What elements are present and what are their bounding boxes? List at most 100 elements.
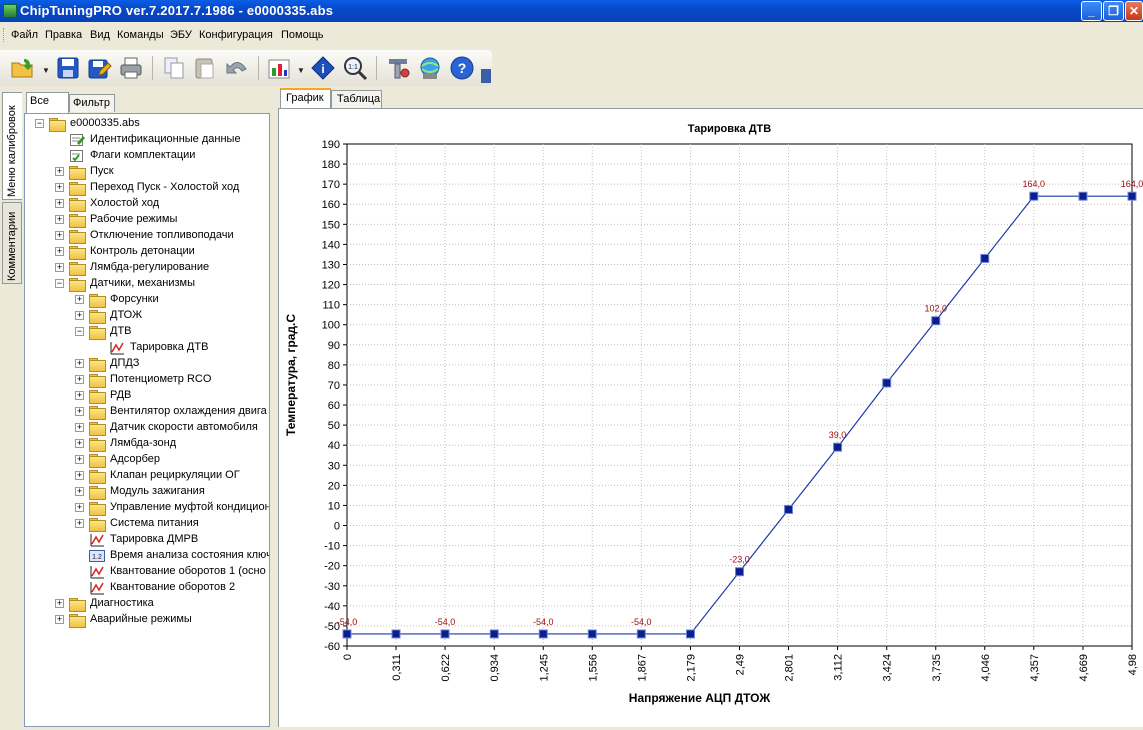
- data-point[interactable]: [980, 253, 990, 263]
- calibration-tree[interactable]: − e0000335.abs Идентификационные данные Фла…: [24, 113, 270, 727]
- open-dropdown-icon[interactable]: ▼: [42, 66, 50, 75]
- save-icon[interactable]: [55, 55, 81, 81]
- settings-icon[interactable]: [385, 55, 411, 81]
- data-point[interactable]: [538, 629, 548, 639]
- expand-icon[interactable]: +: [75, 407, 84, 416]
- tab-graph[interactable]: График: [280, 88, 331, 109]
- tree-item[interactable]: + Управление муфтой кондицион: [25, 500, 269, 516]
- data-point[interactable]: [342, 629, 352, 639]
- zoom-icon[interactable]: 1:1: [342, 55, 368, 81]
- undo-icon[interactable]: [224, 55, 250, 81]
- expand-icon[interactable]: +: [55, 199, 64, 208]
- tree-item[interactable]: + Датчик скорости автомобиля: [25, 420, 269, 436]
- expand-icon[interactable]: +: [55, 247, 64, 256]
- tree-item[interactable]: + Контроль детонации: [25, 244, 269, 260]
- collapse-icon[interactable]: −: [75, 327, 84, 336]
- tree-item[interactable]: + ДТОЖ: [25, 308, 269, 324]
- expand-icon[interactable]: +: [55, 215, 64, 224]
- tab-table[interactable]: Таблица: [331, 90, 382, 108]
- menu-edit[interactable]: Правка: [45, 29, 82, 41]
- data-point[interactable]: [636, 629, 646, 639]
- expand-icon[interactable]: +: [75, 391, 84, 400]
- paste-icon[interactable]: [192, 55, 218, 81]
- expand-icon[interactable]: +: [55, 263, 64, 272]
- tree-item[interactable]: + РДВ: [25, 388, 269, 404]
- tree-item[interactable]: Идентификационные данные: [25, 132, 269, 148]
- help-icon[interactable]: ?: [449, 55, 475, 81]
- data-point[interactable]: [931, 316, 941, 326]
- data-point[interactable]: [1078, 191, 1088, 201]
- tab-all[interactable]: Все: [26, 92, 69, 113]
- data-point[interactable]: [882, 378, 892, 388]
- data-point[interactable]: [440, 629, 450, 639]
- expand-icon[interactable]: +: [75, 423, 84, 432]
- tab-calibration-menu[interactable]: Меню калибровок: [2, 92, 22, 200]
- tree-item[interactable]: Тарировка ДТВ: [25, 340, 269, 356]
- expand-icon[interactable]: +: [55, 183, 64, 192]
- print-icon[interactable]: [118, 55, 144, 81]
- expand-icon[interactable]: +: [75, 311, 84, 320]
- expand-icon[interactable]: +: [75, 471, 84, 480]
- tree-item[interactable]: − ДТВ: [25, 324, 269, 340]
- tree-item[interactable]: + Рабочие режимы: [25, 212, 269, 228]
- expand-icon[interactable]: +: [75, 503, 84, 512]
- data-point[interactable]: [489, 629, 499, 639]
- network-icon[interactable]: [417, 55, 443, 81]
- data-point[interactable]: [735, 567, 744, 577]
- data-point[interactable]: [685, 629, 695, 639]
- copy-icon[interactable]: [161, 55, 187, 81]
- tree-item[interactable]: + Аварийные режимы: [25, 612, 269, 628]
- menu-help[interactable]: Помощь: [281, 29, 324, 41]
- save-as-icon[interactable]: [86, 55, 112, 81]
- chart-tool-icon[interactable]: [266, 55, 292, 81]
- tree-item[interactable]: + Холостой ход: [25, 196, 269, 212]
- expand-icon[interactable]: +: [75, 375, 84, 384]
- tree-item[interactable]: − e0000335.abs: [25, 116, 269, 132]
- expand-icon[interactable]: +: [55, 231, 64, 240]
- expand-icon[interactable]: +: [55, 599, 64, 608]
- tab-filter[interactable]: Фильтр: [69, 94, 115, 112]
- expand-icon[interactable]: +: [75, 359, 84, 368]
- tree-item[interactable]: + Лямбда-регулирование: [25, 260, 269, 276]
- chart-dropdown-icon[interactable]: ▼: [297, 66, 305, 75]
- tree-item[interactable]: Флаги комплектации: [25, 148, 269, 164]
- tree-item[interactable]: Тарировка ДМРВ: [25, 532, 269, 548]
- menu-file[interactable]: Файл: [11, 29, 38, 41]
- info-icon[interactable]: i: [310, 55, 336, 81]
- expand-icon[interactable]: +: [55, 615, 64, 624]
- menu-configuration[interactable]: Конфигурация: [199, 29, 273, 41]
- expand-icon[interactable]: +: [75, 455, 84, 464]
- tree-item[interactable]: Квантование оборотов 2: [25, 580, 269, 596]
- tree-item[interactable]: + Диагностика: [25, 596, 269, 612]
- tree-item[interactable]: + Клапан рециркуляции ОГ: [25, 468, 269, 484]
- tree-item[interactable]: + Пуск: [25, 164, 269, 180]
- tree-item[interactable]: + Лямбда-зонд: [25, 436, 269, 452]
- open-icon[interactable]: [10, 55, 36, 81]
- maximize-button[interactable]: ❐: [1103, 1, 1124, 21]
- expand-icon[interactable]: +: [55, 167, 64, 176]
- tree-item[interactable]: + Вентилятор охлаждения двига: [25, 404, 269, 420]
- tree-item[interactable]: + Модуль зажигания: [25, 484, 269, 500]
- collapse-icon[interactable]: −: [35, 119, 44, 128]
- data-point[interactable]: [1029, 191, 1039, 201]
- close-button[interactable]: ✕: [1125, 1, 1143, 21]
- data-point[interactable]: [587, 629, 597, 639]
- tree-item[interactable]: + Система питания: [25, 516, 269, 532]
- data-point[interactable]: [391, 629, 401, 639]
- tree-item[interactable]: + ДПДЗ: [25, 356, 269, 372]
- expand-icon[interactable]: +: [75, 487, 84, 496]
- expand-icon[interactable]: +: [75, 439, 84, 448]
- expand-icon[interactable]: +: [75, 519, 84, 528]
- tree-item[interactable]: + Отключение топливоподачи: [25, 228, 269, 244]
- tree-item[interactable]: 1.2 Время анализа состояния ключ: [25, 548, 269, 564]
- tree-item[interactable]: + Переход Пуск - Холостой ход: [25, 180, 269, 196]
- collapse-icon[interactable]: −: [55, 279, 64, 288]
- menu-commands[interactable]: Команды: [117, 29, 164, 41]
- data-point[interactable]: [1127, 191, 1137, 201]
- chart[interactable]: 0 0,311 0,622 0,934 1,245 1,556 1,867 2,179 2,49…: [279, 109, 1143, 727]
- toolbar-overflow-icon[interactable]: [481, 69, 491, 83]
- tab-comments[interactable]: Комментарии: [2, 202, 22, 284]
- tree-item[interactable]: + Потенциометр RCO: [25, 372, 269, 388]
- minimize-button[interactable]: _: [1081, 1, 1102, 21]
- tree-item[interactable]: + Форсунки: [25, 292, 269, 308]
